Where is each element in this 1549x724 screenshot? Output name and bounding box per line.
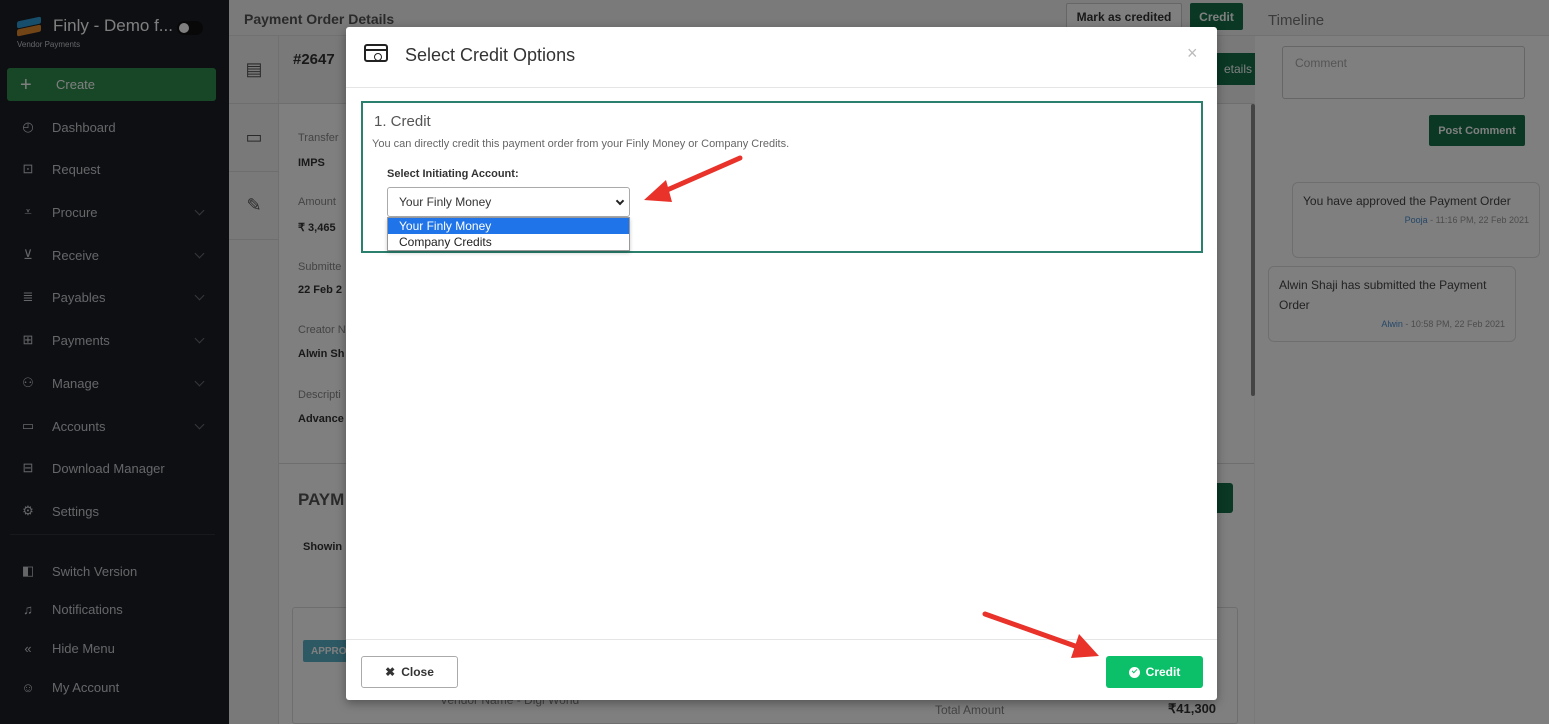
initiating-account-label: Select Initiating Account:	[387, 168, 519, 180]
option-company-credits[interactable]: Company Credits	[388, 234, 629, 250]
check-circle-icon	[1128, 666, 1140, 678]
initiating-account-select[interactable]: Your Finly Money	[387, 187, 630, 217]
chevron-down-icon	[615, 196, 625, 206]
close-icon[interactable]: ×	[1187, 43, 1198, 64]
option-finly-money[interactable]: Your Finly Money	[388, 218, 629, 234]
credit-button-label: Credit	[1145, 665, 1181, 679]
selected-value: Your Finly Money	[399, 195, 492, 209]
modal-title: Select Credit Options	[405, 45, 576, 65]
credit-section-title: 1. Credit	[374, 113, 431, 130]
initiating-account-options: Your Finly Money Company Credits	[387, 217, 630, 251]
close-x-icon: ✖	[385, 665, 396, 679]
select-credit-options-modal: Select Credit Options × 1. Credit You ca…	[346, 27, 1217, 700]
modal-footer: ✖ Close Credit	[346, 639, 1217, 700]
close-button-label: Close	[401, 665, 434, 679]
wallet-card-icon	[364, 44, 388, 62]
credit-section-description: You can directly credit this payment ord…	[372, 138, 790, 150]
modal-header: Select Credit Options ×	[346, 27, 1217, 88]
credit-button[interactable]: Credit	[1106, 656, 1203, 688]
credit-section: 1. Credit You can directly credit this p…	[361, 101, 1203, 253]
close-button[interactable]: ✖ Close	[361, 656, 458, 688]
